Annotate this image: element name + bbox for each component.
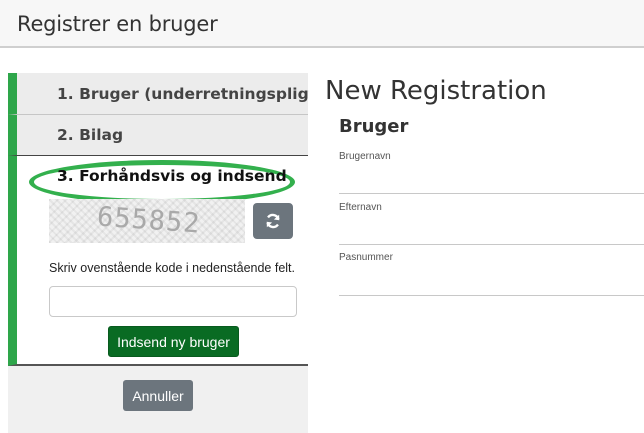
step-label: 3. Forhåndsvis og indsend <box>57 167 287 185</box>
step-label: 1. Bruger (underretningspligtig person) <box>57 85 309 103</box>
refresh-captcha-button[interactable] <box>253 203 293 239</box>
submit-new-user-button[interactable]: Indsend ny bruger <box>108 326 239 357</box>
step-label: 2. Bilag <box>57 126 124 144</box>
brugernavn-field[interactable] <box>339 193 644 194</box>
steps-panel: 1. Bruger (underretningspligtig person) … <box>8 73 309 433</box>
captcha-image: 655852 <box>49 199 245 243</box>
efternavn-label: Efternavn <box>339 202 382 213</box>
captcha-input[interactable] <box>49 286 297 317</box>
window-titlebar: Registrer en bruger <box>0 0 644 48</box>
window-title: Registrer en bruger <box>17 12 218 36</box>
brugernavn-label: Brugernavn <box>339 151 391 162</box>
cancel-button[interactable]: Annuller <box>123 380 193 411</box>
page-title: New Registration <box>325 76 547 106</box>
step-bruger[interactable]: 1. Bruger (underretningspligtig person) <box>8 73 309 115</box>
step-preview-submit: 3. Forhåndsvis og indsend 655852 Skriv o… <box>8 156 308 366</box>
pasnummer-field[interactable] <box>339 295 644 296</box>
step-bilag[interactable]: 2. Bilag <box>8 115 308 156</box>
refresh-icon <box>266 213 280 229</box>
section-title: Bruger <box>339 116 409 137</box>
captcha-code: 655852 <box>96 201 202 240</box>
pasnummer-label: Pasnummer <box>339 252 393 263</box>
captcha-instructions: Skriv ovenstående kode i nedenstående fe… <box>49 261 296 275</box>
efternavn-field[interactable] <box>339 244 644 245</box>
